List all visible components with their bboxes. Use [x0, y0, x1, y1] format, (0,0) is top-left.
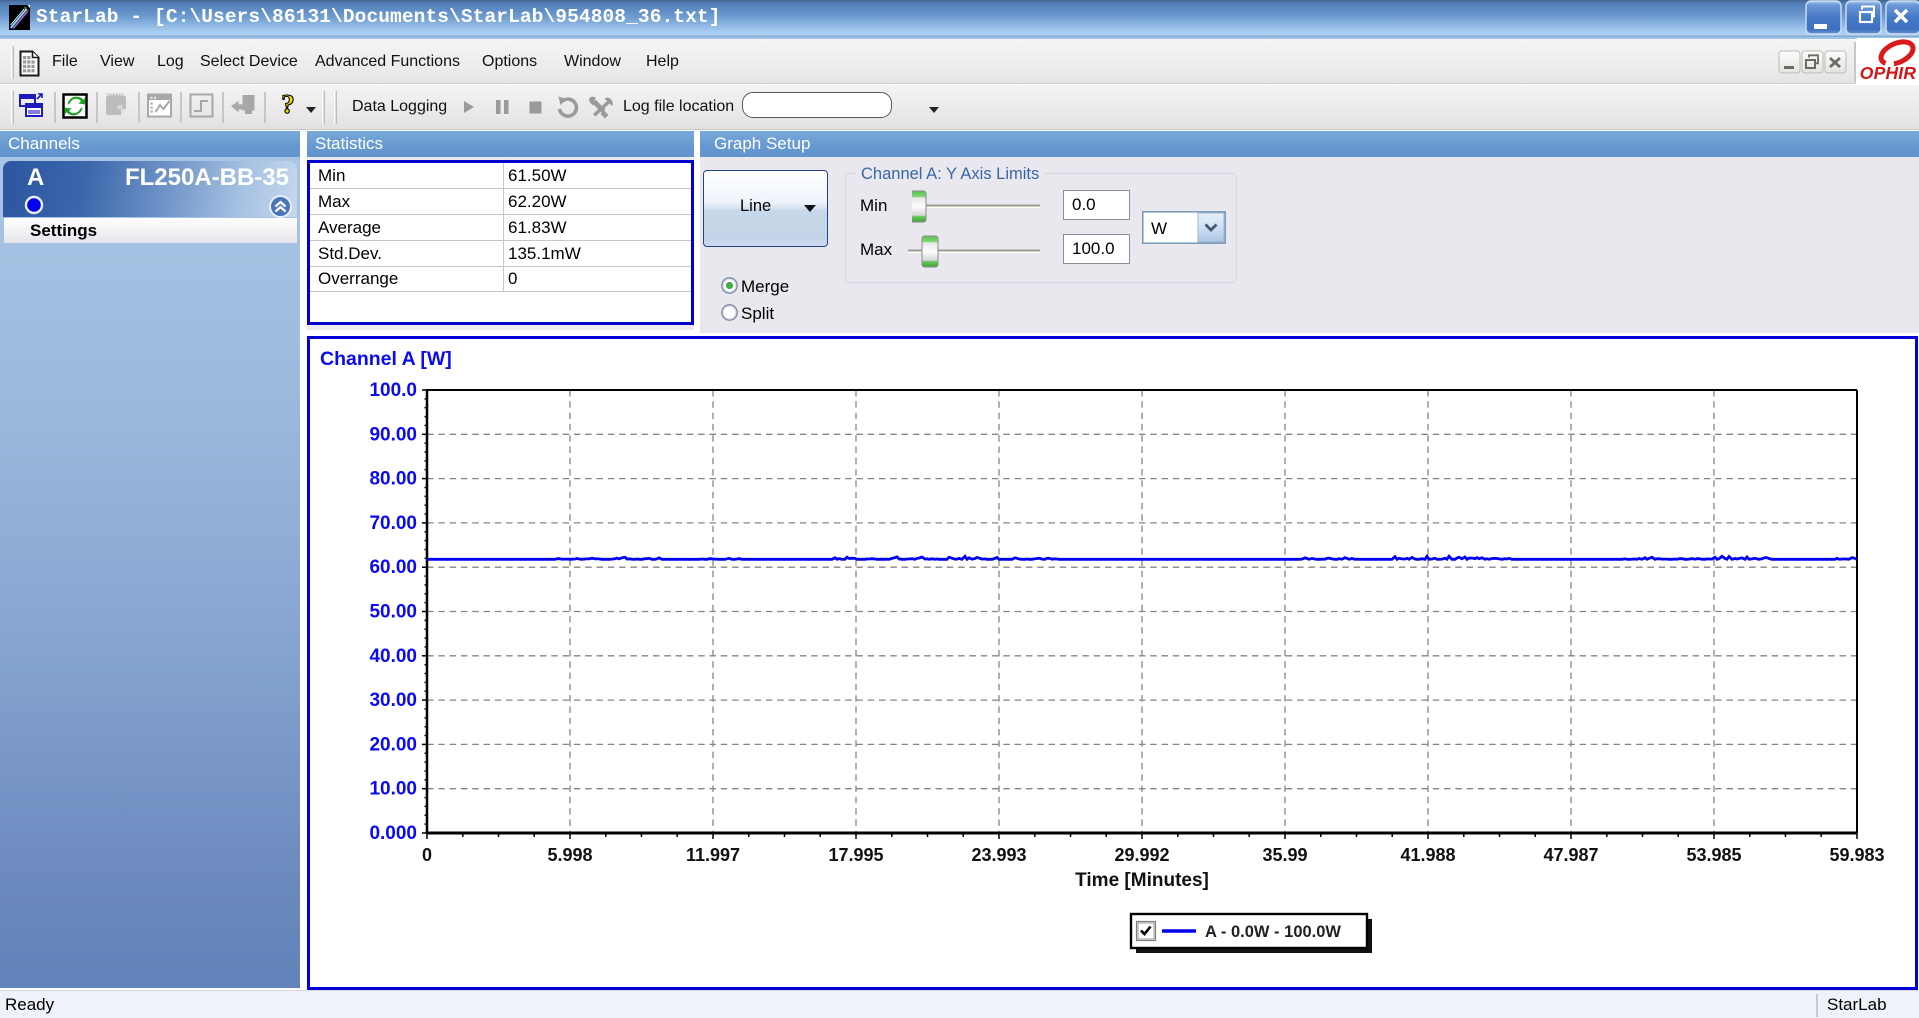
svg-text:0: 0 [422, 845, 432, 865]
svg-text:70.00: 70.00 [369, 513, 417, 534]
svg-text:OPHIR: OPHIR [1860, 63, 1917, 82]
svg-text:100.0: 100.0 [369, 380, 417, 401]
svg-text:80.00: 80.00 [369, 469, 417, 490]
svg-text:59.983: 59.983 [1829, 845, 1884, 865]
svg-text:35.99: 35.99 [1262, 845, 1307, 865]
svg-text:Channel A [W]: Channel A [W] [320, 348, 452, 370]
svg-text:29.992: 29.992 [1114, 845, 1169, 865]
svg-text:40.00: 40.00 [369, 646, 417, 667]
svg-text:20.00: 20.00 [369, 734, 417, 755]
svg-text:47.987: 47.987 [1543, 845, 1598, 865]
svg-text:60.00: 60.00 [369, 557, 417, 578]
svg-text:A - 0.0W - 100.0W: A - 0.0W - 100.0W [1205, 923, 1341, 941]
svg-text:23.993: 23.993 [971, 845, 1026, 865]
svg-text:10.00: 10.00 [369, 779, 417, 800]
svg-text:53.985: 53.985 [1686, 845, 1741, 865]
svg-text:17.995: 17.995 [828, 845, 883, 865]
svg-text:30.00: 30.00 [369, 690, 417, 711]
svg-text:50.00: 50.00 [369, 602, 417, 623]
svg-text:90.00: 90.00 [369, 424, 417, 445]
svg-text:41.988: 41.988 [1400, 845, 1455, 865]
svg-text:11.997: 11.997 [686, 845, 740, 865]
svg-text:0.000: 0.000 [369, 823, 417, 844]
svg-text:?: ? [281, 91, 295, 119]
svg-text:Time [Minutes]: Time [Minutes] [1075, 870, 1209, 891]
svg-text:W: W [1151, 219, 1167, 238]
svg-text:5.998: 5.998 [547, 845, 592, 865]
